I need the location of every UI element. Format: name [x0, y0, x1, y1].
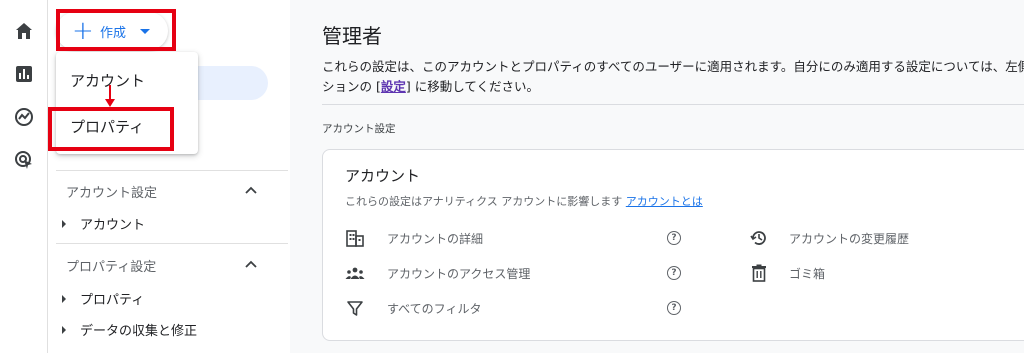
- settings-link[interactable]: 設定: [381, 79, 406, 94]
- help-icon[interactable]: ?: [667, 231, 681, 245]
- trash-link[interactable]: ゴミ箱: [789, 265, 825, 282]
- main-content: 管理者 これらの設定は、このアカウントとプロパティのすべてのユーザーに適用されま…: [290, 0, 1024, 353]
- nav-item-account[interactable]: アカウント: [62, 214, 145, 233]
- annotation-arrow-head: [105, 99, 115, 107]
- nav-section-account-settings[interactable]: アカウント設定: [66, 182, 157, 201]
- help-icon[interactable]: ?: [667, 301, 681, 315]
- ga-admin-screen: + 作成 アカウント プロパティ アカウント設定 アカウント プロパティ設定 プ…: [0, 0, 1024, 353]
- expand-arrow-icon: [62, 294, 66, 303]
- card-title: アカウント: [345, 167, 421, 185]
- page-description: これらの設定は、このアカウントとプロパティのすべてのユーザーに適用されます。自分…: [322, 57, 1024, 97]
- trash-icon: [749, 263, 769, 283]
- advertising-icon[interactable]: [12, 148, 36, 172]
- main-divider: [322, 104, 1024, 105]
- chevron-up-icon[interactable]: [244, 259, 258, 269]
- nav-divider: [56, 243, 288, 244]
- card-subtitle: これらの設定はアナリティクス アカウントに影響します アカウントとは: [345, 193, 703, 209]
- nav-divider: [56, 170, 288, 171]
- chevron-up-icon[interactable]: [244, 185, 258, 195]
- caret-down-icon: [140, 28, 151, 34]
- create-button[interactable]: + 作成: [56, 12, 168, 50]
- description-text: ] に移動してください。: [405, 79, 539, 94]
- account-change-history-link[interactable]: アカウントの変更履歴: [789, 230, 909, 247]
- menu-item-account[interactable]: アカウント: [70, 70, 145, 91]
- section-label: アカウント設定: [322, 123, 396, 135]
- what-is-account-link[interactable]: アカウントとは: [626, 195, 703, 208]
- filter-icon: [345, 298, 365, 318]
- explore-icon[interactable]: [12, 105, 36, 129]
- history-icon: [749, 228, 769, 248]
- expand-arrow-icon: [62, 219, 66, 228]
- account-access-management-link[interactable]: アカウントのアクセス管理: [387, 265, 530, 282]
- description-line-2: ションの [設定] に移動してください。: [322, 77, 1022, 97]
- nav-item-data-collection[interactable]: データの収集と修正: [62, 320, 197, 339]
- nav-item-label: データの収集と修正: [80, 324, 198, 339]
- nav-section-property-settings[interactable]: プロパティ設定: [66, 256, 156, 275]
- reports-icon[interactable]: [12, 62, 36, 86]
- create-menu: アカウント プロパティ: [56, 52, 198, 154]
- building-icon: [345, 228, 365, 248]
- plus-icon: +: [72, 16, 94, 46]
- left-icon-rail: [0, 0, 48, 353]
- people-icon: [345, 263, 365, 283]
- create-button-label: 作成: [100, 25, 127, 41]
- all-filters-link[interactable]: すべてのフィルタ: [387, 300, 481, 317]
- nav-item-label: プロパティ: [80, 293, 145, 308]
- nav-item-label: アカウント: [80, 218, 146, 233]
- nav-item-property[interactable]: プロパティ: [62, 289, 144, 308]
- description-text: ションの [: [322, 79, 381, 94]
- account-details-link[interactable]: アカウントの詳細: [387, 230, 483, 247]
- page-title: 管理者: [322, 24, 382, 48]
- help-icon[interactable]: ?: [667, 266, 681, 280]
- description-line-1: これらの設定は、このアカウントとプロパティのすべてのユーザーに適用されます。自分…: [322, 59, 1024, 74]
- account-settings-card: アカウント これらの設定はアナリティクス アカウントに影響します アカウントとは…: [322, 149, 1024, 341]
- home-icon[interactable]: [12, 19, 36, 43]
- menu-item-property[interactable]: プロパティ: [70, 116, 144, 137]
- card-subtitle-text: これらの設定はアナリティクス アカウントに影響します: [345, 195, 623, 208]
- expand-arrow-icon: [62, 325, 66, 334]
